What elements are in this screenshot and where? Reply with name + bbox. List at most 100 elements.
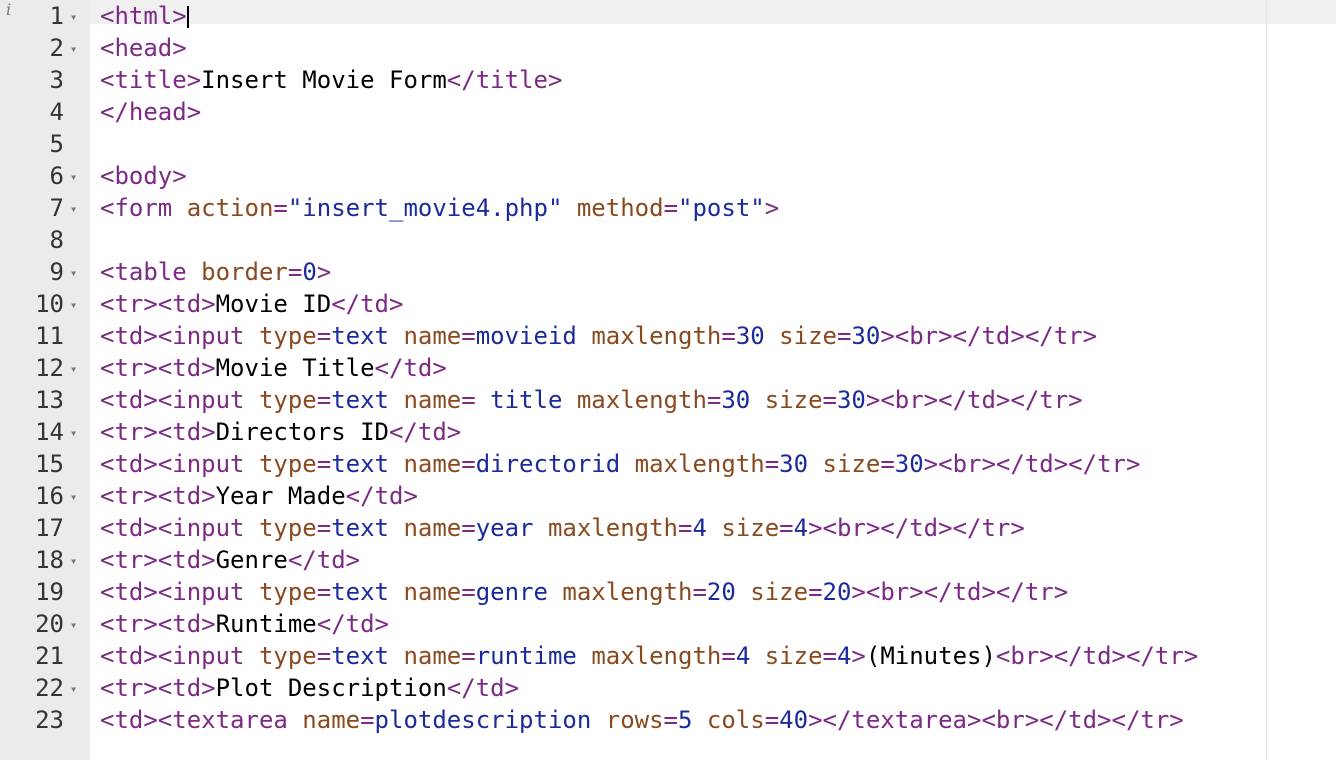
code-token-attr: name [403,514,462,542]
code-token-attr: type [258,450,317,478]
code-text[interactable]: <tr><td>Runtime</td> [100,612,389,636]
code-token-tag: > [851,642,866,670]
code-token-attr: action [186,194,274,222]
code-token-tag: <table [100,258,202,286]
fold-toggle-icon[interactable]: ▾ [70,616,77,634]
code-token-tag: <td><input [100,642,259,670]
code-line[interactable]: 1 ▾ <html> [0,4,1336,40]
code-text[interactable]: <head> [100,36,187,60]
code-line[interactable]: 4 </head> [0,100,1336,136]
code-token-tag: = [287,258,303,286]
code-text[interactable]: <td><input type=text name=movieid maxlen… [100,324,1097,348]
code-token-attr: name [403,450,462,478]
code-token-val: title [490,386,563,414]
code-token-tag: </td> [374,354,447,382]
code-token-val: genre [475,578,548,606]
line-number: 7 [49,194,64,222]
code-text[interactable]: <tr><td>Year Made</td> [100,484,418,508]
fold-toggle-icon[interactable]: ▾ [70,552,77,570]
code-token-attr: type [258,514,317,542]
code-token-tag: <form [100,194,187,222]
fold-toggle-icon[interactable]: ▾ [70,200,77,218]
code-token-tag: = [316,642,332,670]
code-token-attr: size [779,322,837,350]
line-number: 11 [35,322,64,350]
code-editor[interactable]: i 1 ▾ <html> 2 ▾ <head> 3 <title>Insert Movie F… [0,0,1336,760]
code-text[interactable]: <body> [100,164,187,188]
fold-toggle-icon[interactable]: ▾ [70,264,77,282]
code-token-attr: name [403,322,462,350]
line-number: 17 [35,514,64,542]
code-text[interactable]: <table border=0> [100,260,331,284]
code-token-val: 40 [779,706,809,734]
code-token-attr: size [750,578,809,606]
code-token-txt: Insert Movie Form [201,66,447,94]
code-text[interactable]: <tr><td>Movie Title</td> [100,356,447,380]
code-token-val: text [331,322,389,350]
code-token-tag: <td><input [100,450,259,478]
code-text[interactable]: <tr><td>Genre</td> [100,548,360,572]
code-token-val: 4 [836,642,852,670]
code-token-tag: = [316,322,332,350]
code-token-tag: ></textarea><br></td></tr> [808,706,1184,734]
code-token-tag: <td><input [100,578,259,606]
fold-toggle-icon[interactable]: ▾ [70,296,77,314]
code-text[interactable]: <html> [100,4,189,28]
code-text[interactable]: <td><input type=text name=year maxlength… [100,516,1025,540]
fold-toggle-icon[interactable]: ▾ [70,680,77,698]
code-token-attr: type [258,578,317,606]
code-token-tag: </td> [388,418,462,446]
code-token-tag: = [316,450,332,478]
code-token-attr: method [576,194,664,222]
code-token-tag: > [764,194,780,222]
code-token-attr: type [258,386,317,414]
code-token-tag: = [316,386,332,414]
line-number: 6 [49,162,64,190]
code-text[interactable]: <td><input type=text name=directorid max… [100,452,1140,476]
fold-toggle-icon[interactable]: ▾ [70,168,77,186]
code-text[interactable]: <td><textarea name=plotdescription rows=… [100,708,1184,732]
code-text[interactable]: <tr><td>Directors ID</td> [100,420,461,444]
fold-toggle-icon[interactable]: ▾ [70,424,77,442]
code-token-val: year [475,514,534,542]
code-token-tag: = [273,194,288,222]
code-line[interactable]: 7 ▾ <form action="insert_movie4.php" metho… [0,196,1336,232]
fold-toggle-icon[interactable]: ▾ [70,360,77,378]
code-token-tag: = [461,642,476,670]
code-token-tag: = [461,578,476,606]
code-line[interactable]: 23 <td><textarea name=plotdescription row… [0,708,1336,744]
code-token-tag: = [316,578,332,606]
code-text[interactable]: <tr><td>Plot Description</td> [100,676,519,700]
code-text[interactable]: <tr><td>Movie ID</td> [100,292,403,316]
code-token-attr: type [258,642,317,670]
code-token-tag: = [764,450,780,478]
line-number: 4 [49,98,64,126]
fold-toggle-icon[interactable]: ▾ [70,488,77,506]
text-cursor [186,6,189,28]
code-text[interactable]: <td><input type=text name=runtime maxlen… [100,644,1198,668]
line-number: 21 [35,642,64,670]
code-token-attr: name [403,642,462,670]
code-token-tag: = [880,450,895,478]
code-text[interactable]: <td><input type=text name=genre maxlengt… [100,580,1068,604]
code-text[interactable]: <form action="insert_movie4.php" method=… [100,196,779,220]
code-token-attr: maxlength [591,322,722,350]
code-text[interactable]: <td><input type=text name= title maxleng… [100,388,1083,412]
fold-toggle-icon[interactable]: ▾ [70,8,77,26]
code-line[interactable]: 5 [0,132,1336,168]
code-token-val: 30 [779,450,809,478]
code-text[interactable]: <title>Insert Movie Form</title> [100,68,562,92]
code-token-attr: size [721,514,780,542]
code-token-attr: size [764,642,823,670]
fold-toggle-icon[interactable]: ▾ [70,40,77,58]
code-text[interactable]: </head> [100,100,201,124]
code-token-txt: Movie Title [215,354,375,382]
